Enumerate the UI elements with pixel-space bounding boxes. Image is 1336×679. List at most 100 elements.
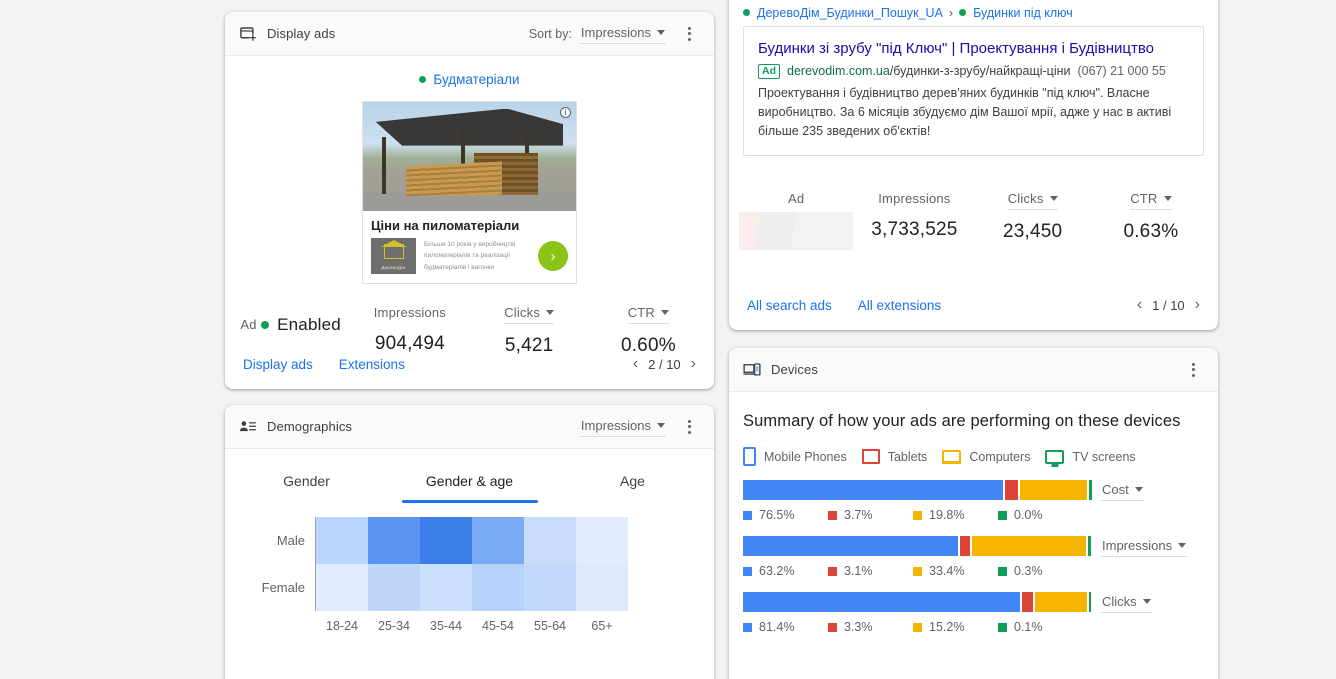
metric-selector[interactable]: Impressions — [1101, 536, 1188, 557]
metric-selector[interactable]: Clicks — [1101, 592, 1152, 613]
ad-creative-body: ДеревоДім Більше 10 років у виробництві … — [363, 238, 576, 283]
next-page-button[interactable]: › — [1195, 297, 1200, 313]
chevron-down-icon — [1178, 543, 1187, 548]
bar-value-text: 15.2% — [929, 620, 965, 634]
heatmap-cell[interactable] — [524, 564, 576, 611]
bar-segment[interactable] — [959, 536, 971, 556]
status-dot-icon — [261, 321, 270, 329]
heatmap-cell[interactable] — [576, 517, 628, 564]
legend-swatch-icon — [743, 622, 752, 632]
bar-segment[interactable] — [972, 536, 1086, 556]
chevron-right-icon[interactable]: › — [538, 241, 568, 271]
heatmap-column-label: 55-64 — [534, 619, 566, 633]
breadcrumb-campaign[interactable]: ДеревоДім_Будинки_Пошук_UA — [757, 6, 943, 20]
link-display-ads[interactable]: Display ads — [243, 357, 313, 372]
advertiser-logo-text: ДеревоДім — [381, 265, 406, 270]
heatmap-cell[interactable] — [368, 564, 420, 611]
breadcrumb-adgroup[interactable]: Будинки під ключ — [973, 6, 1073, 20]
link-all-extensions[interactable]: All extensions — [858, 298, 941, 313]
heatmap-column-labels: 18-24 25-34 35-44 45-54 55-64 65+ — [316, 611, 628, 633]
demographics-metric-dropdown[interactable]: Impressions — [579, 416, 666, 437]
metric-selector[interactable]: Cost — [1101, 480, 1144, 501]
metric-label: Clicks — [504, 305, 541, 320]
link-extensions[interactable]: Extensions — [339, 357, 405, 372]
devices-more-options-button[interactable] — [1182, 359, 1204, 381]
metric-label: Ad — [240, 317, 257, 332]
bar-segment[interactable] — [743, 592, 1020, 612]
metric-sort-clicks[interactable]: Clicks — [1007, 191, 1058, 210]
demographics-more-options-button[interactable] — [678, 416, 700, 438]
page-indicator: 2 / 10 — [648, 356, 681, 372]
bar-segment[interactable] — [743, 536, 958, 556]
metric-value-status: Enabled — [261, 315, 341, 335]
status-dot-icon — [743, 9, 750, 16]
heatmap-cell[interactable] — [472, 564, 524, 611]
heatmap-cell[interactable] — [368, 517, 420, 564]
metric-sort-clicks[interactable]: Clicks — [504, 305, 555, 324]
ad-badge: Ad — [758, 63, 780, 79]
devices-metric-dropdown[interactable]: Clicks — [1101, 592, 1152, 613]
search-ad-url-row: Ad derevodim.com.ua/будинки-з-зрубу/найк… — [758, 63, 1189, 79]
bar-value-label: 76.5% — [743, 508, 828, 522]
status-dot-icon — [959, 9, 967, 16]
display-ads-more-options-button[interactable] — [678, 23, 700, 45]
bar-segment[interactable] — [1034, 592, 1087, 612]
bar-segment[interactable] — [1088, 592, 1092, 612]
ad-choices-icon: i — [560, 107, 571, 118]
legend-swatch-icon — [828, 566, 837, 576]
previous-page-button[interactable]: ‹ — [633, 356, 638, 372]
legend-item-mobile-phones: Mobile Phones — [743, 447, 847, 466]
search-ad-preview[interactable]: Будинки зі зрубу "під Ключ" | Проектуван… — [743, 26, 1204, 156]
heatmap-cell[interactable] — [420, 564, 472, 611]
tab-age[interactable]: Age — [551, 455, 714, 503]
heatmap-cell[interactable] — [472, 517, 524, 564]
legend-label: TV screens — [1072, 449, 1136, 464]
heatmap-cell[interactable] — [524, 517, 576, 564]
metric-sort-ctr[interactable]: CTR — [1130, 191, 1172, 210]
mobile-phone-icon — [743, 447, 756, 466]
sort-by-value: Impressions — [580, 25, 651, 40]
heatmap-cell[interactable] — [316, 517, 368, 564]
metric-clicks: Clicks 23,450 — [974, 190, 1092, 250]
display-ads-footer: Display ads Extensions ‹ 2 / 10 › — [225, 339, 714, 389]
previous-page-button[interactable]: ‹ — [1137, 297, 1142, 313]
heatmap-row-labels: Male Female — [249, 517, 315, 633]
display-ads-card: Display ads Sort by: Impressions Будмате… — [225, 12, 714, 389]
bar-value-text: 0.0% — [1014, 508, 1043, 522]
heatmap-cell[interactable] — [420, 517, 472, 564]
devices-metric-dropdown[interactable]: Impressions — [1101, 536, 1188, 557]
tab-gender[interactable]: Gender — [225, 455, 388, 503]
metric-label: Clicks — [1007, 191, 1044, 206]
legend-swatch-icon — [913, 566, 922, 576]
display-ad-creative[interactable]: i Ціни на пиломатеріали ДеревоДім Більше… — [362, 101, 577, 284]
bar-segment[interactable] — [1019, 480, 1087, 500]
bar-value-text: 3.7% — [844, 508, 873, 522]
next-page-button[interactable]: › — [691, 356, 696, 372]
legend-swatch-icon — [828, 510, 837, 520]
bar-value-text: 3.3% — [844, 620, 873, 634]
bar-segment[interactable] — [1087, 536, 1091, 556]
legend-swatch-icon — [913, 510, 922, 520]
demographics-header: Demographics Impressions — [225, 405, 714, 449]
heatmap-cell[interactable] — [316, 564, 368, 611]
legend-label: Mobile Phones — [764, 449, 847, 464]
sort-by-dropdown[interactable]: Impressions — [579, 23, 666, 44]
bar-segment[interactable] — [743, 480, 1004, 500]
heatmap-cell[interactable] — [576, 564, 628, 611]
legend-label: Tablets — [887, 449, 928, 464]
search-ad-title[interactable]: Будинки зі зрубу "під Ключ" | Проектуван… — [758, 39, 1189, 59]
tablet-icon — [861, 449, 880, 464]
metric-sort-ctr[interactable]: CTR — [627, 305, 670, 324]
link-all-search-ads[interactable]: All search ads — [747, 298, 832, 313]
bar-segment[interactable] — [1005, 480, 1018, 500]
devices-metric-dropdown[interactable]: Cost — [1101, 480, 1144, 501]
devices-bar-group: 63.2% 3.1% 33.4% 0.3% — [743, 536, 1091, 578]
bar-segment[interactable] — [1088, 480, 1092, 500]
bar-segment[interactable] — [1021, 592, 1033, 612]
redacted-ad-value — [739, 212, 854, 250]
tab-gender-and-age[interactable]: Gender & age — [388, 455, 551, 503]
bar-value-label: 3.1% — [828, 564, 913, 578]
legend-swatch-icon — [743, 566, 752, 576]
search-ads-footer: All search ads All extensions ‹ 1 / 10 › — [729, 280, 1218, 330]
bar-value-label: 81.4% — [743, 620, 828, 634]
